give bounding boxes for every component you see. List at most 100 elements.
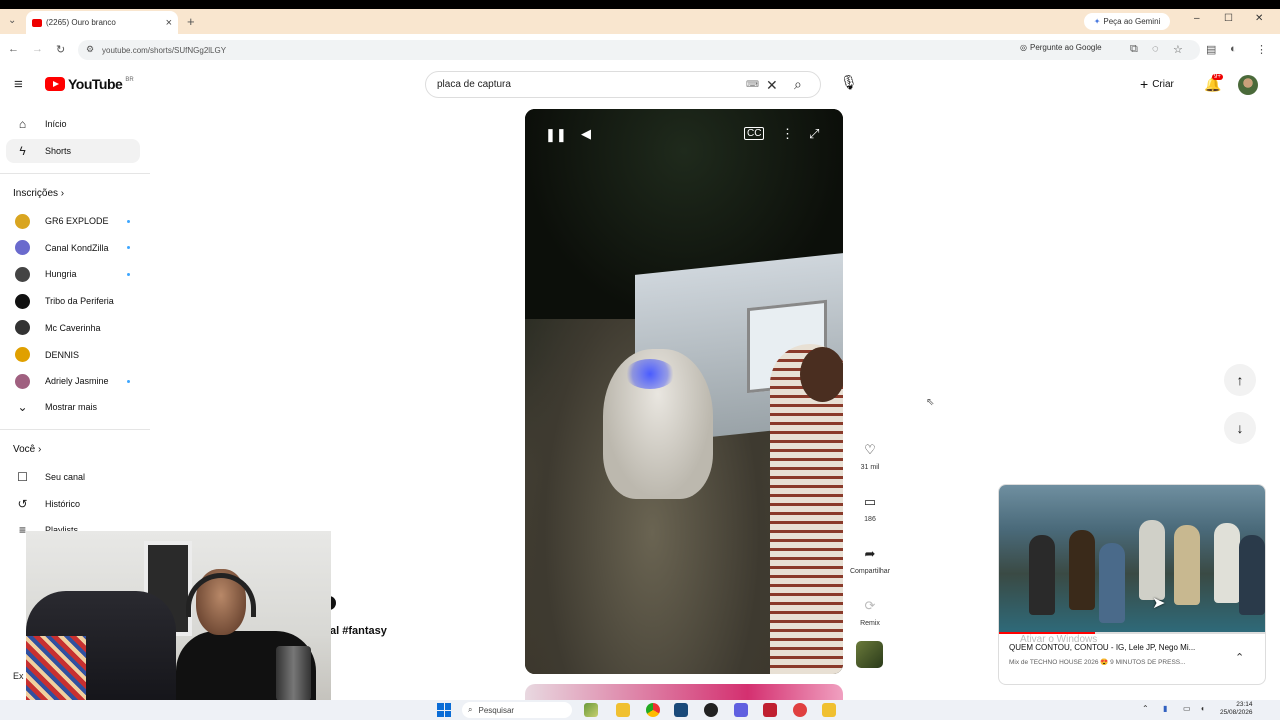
subscription-item[interactable]: Canal KondZilla [6, 236, 140, 260]
back-icon[interactable]: ← [8, 43, 19, 55]
comments-button[interactable]: ▭ 186 [846, 494, 894, 523]
subscription-item[interactable]: Hungria [6, 262, 140, 286]
youtube-play-logo-icon [45, 77, 65, 91]
search-box[interactable]: placa de captura ⌨ ✕ ⌕ [425, 71, 821, 98]
microphone-icon[interactable]: 🎙 [840, 74, 858, 91]
sidebar-item-início[interactable]: ⌂ Início [6, 112, 140, 136]
taskbar-search-placeholder: Pesquisar [478, 705, 515, 715]
keyboard-icon[interactable]: ⌨ [746, 79, 759, 90]
remix-button[interactable]: ⟳ Remix [846, 598, 894, 627]
you-item-icon: ↺ [17, 496, 28, 511]
next-short-button[interactable]: ↓ [1224, 412, 1256, 444]
ask-google-button[interactable]: ◎ Pergunte ao Google [1020, 43, 1102, 52]
you-item[interactable]: ☐ Seu canal [6, 465, 140, 489]
create-label: Criar [1152, 78, 1174, 90]
share-button[interactable]: ➦ Compartilhar [846, 546, 894, 575]
sidebar-explore-partial[interactable]: Ex [13, 671, 24, 681]
subscription-item[interactable]: GR6 EXPLODE [6, 209, 140, 233]
google-lens-icon: ◎ [1020, 43, 1027, 52]
profile-icon[interactable]: ◐ [1230, 43, 1237, 55]
youtube-logo[interactable]: YouTube BR [45, 76, 134, 92]
video-caption[interactable]: al #fantasy [330, 625, 387, 637]
tray-chevron-icon[interactable]: ⌃ [1142, 704, 1149, 713]
app-icon[interactable] [704, 703, 718, 717]
steam-icon[interactable] [674, 703, 688, 717]
you-heading[interactable]: Você › [13, 444, 41, 455]
sidebar-divider [0, 429, 150, 430]
create-button[interactable]: + Criar [1140, 76, 1174, 92]
webcam-tumbler [276, 646, 311, 701]
more-options-icon[interactable]: ⋮ [781, 126, 794, 142]
shorts-video-player[interactable] [525, 109, 843, 674]
account-avatar[interactable] [1238, 75, 1258, 95]
settings-app-icon[interactable] [793, 703, 807, 717]
reload-icon[interactable]: ↻ [56, 43, 65, 56]
thumb-person [1099, 543, 1125, 623]
volume-icon[interactable]: ◀ [581, 126, 591, 142]
extension-icon[interactable]: ⧉ [1130, 43, 1138, 56]
app-icon[interactable] [763, 703, 777, 717]
remix-label: Remix [860, 620, 880, 627]
tab-title: (2265) Ouro branco [46, 18, 116, 27]
chrome-menu-icon[interactable]: ⋮ [1256, 43, 1267, 56]
tab-list-chevron-icon[interactable]: ⌄ [8, 15, 16, 26]
gemini-button[interactable]: ✦ Peça ao Gemini [1084, 13, 1170, 30]
browser-tab[interactable]: (2265) Ouro branco × [26, 11, 178, 34]
chevron-right-icon: › [38, 444, 42, 455]
windows-start-icon[interactable] [437, 703, 451, 717]
clock-date: 25/08/2026 [1220, 709, 1253, 716]
tray-network-icon[interactable]: ▭ [1183, 704, 1191, 713]
close-window-icon[interactable]: ✕ [1255, 13, 1263, 24]
taskbar-clock[interactable]: 23:14 25/08/2026 [1220, 701, 1253, 717]
comments-count: 186 [864, 516, 876, 523]
webcam-headphones [186, 573, 256, 617]
site-info-icon[interactable]: ⚙ [86, 44, 94, 55]
arrow-down-icon: ↓ [1236, 420, 1244, 436]
remix-icon: ⟳ [864, 598, 876, 613]
close-tab-icon[interactable]: × [166, 17, 172, 29]
show-more-button[interactable]: ⌄ Mostrar mais [6, 395, 140, 419]
notification-badge: 9+ [1212, 74, 1223, 80]
previous-short-button[interactable]: ↑ [1224, 364, 1256, 396]
subscription-item[interactable]: DENNIS [6, 343, 140, 367]
pause-icon[interactable]: ❚❚ [545, 127, 567, 143]
hamburger-menu-icon[interactable]: ≡ [14, 76, 23, 93]
app-icon[interactable] [822, 703, 836, 717]
tray-mic-icon[interactable]: ▮ [1163, 704, 1167, 713]
widgets-icon[interactable] [584, 703, 598, 717]
bookmark-star-icon[interactable]: ☆ [1173, 43, 1183, 56]
mini-player[interactable]: QUEM CONTOU, CONTOU - IG, Lele JP, Nego … [998, 484, 1266, 685]
you-item[interactable]: ↺ Histórico [6, 492, 140, 516]
discord-icon[interactable] [734, 703, 748, 717]
clear-search-icon[interactable]: ✕ [766, 77, 778, 94]
like-button[interactable]: ♡ 31 mil [846, 442, 894, 471]
tray-volume-icon[interactable]: ◖ [1200, 704, 1205, 713]
expand-chevron-icon[interactable]: ⌃ [1235, 651, 1244, 664]
search-icon[interactable]: ⌕ [794, 76, 802, 93]
forward-icon[interactable]: → [32, 43, 43, 55]
side-panel-icon[interactable]: ▤ [1206, 43, 1216, 56]
mini-player-thumbnail[interactable] [999, 485, 1265, 633]
minimize-icon[interactable]: – [1194, 13, 1200, 24]
new-tab-button[interactable]: + [187, 14, 195, 29]
mouse-pointer-icon: ➤ [1152, 595, 1166, 612]
you-item-icon: ☐ [17, 470, 28, 484]
you-item-label: Seu canal [45, 472, 86, 482]
chrome-icon[interactable] [646, 703, 660, 717]
fullscreen-icon[interactable]: ⤢ [809, 126, 819, 142]
subscription-label: Canal KondZilla [45, 242, 109, 253]
maximize-icon[interactable]: ☐ [1224, 13, 1233, 24]
subscription-label: Hungria [45, 269, 77, 280]
plus-icon: + [1140, 76, 1149, 92]
search-input[interactable]: placa de captura [437, 79, 511, 90]
subscription-item[interactable]: Tribo da Periferia [6, 289, 140, 313]
subscriptions-heading[interactable]: Inscrições › [13, 188, 64, 199]
file-explorer-icon[interactable] [616, 703, 630, 717]
captions-icon[interactable]: CC [744, 127, 765, 140]
subscription-item[interactable]: Mc Caverinha [6, 316, 140, 340]
subscription-item[interactable]: Adriely Jasmine [6, 369, 140, 393]
sidebar-item-shorts[interactable]: ϟ Shorts [6, 139, 140, 163]
eye-off-icon[interactable]: ◌ [1152, 43, 1159, 55]
taskbar-search[interactable]: ⌕ Pesquisar [462, 702, 572, 718]
sound-thumbnail[interactable] [856, 641, 883, 668]
